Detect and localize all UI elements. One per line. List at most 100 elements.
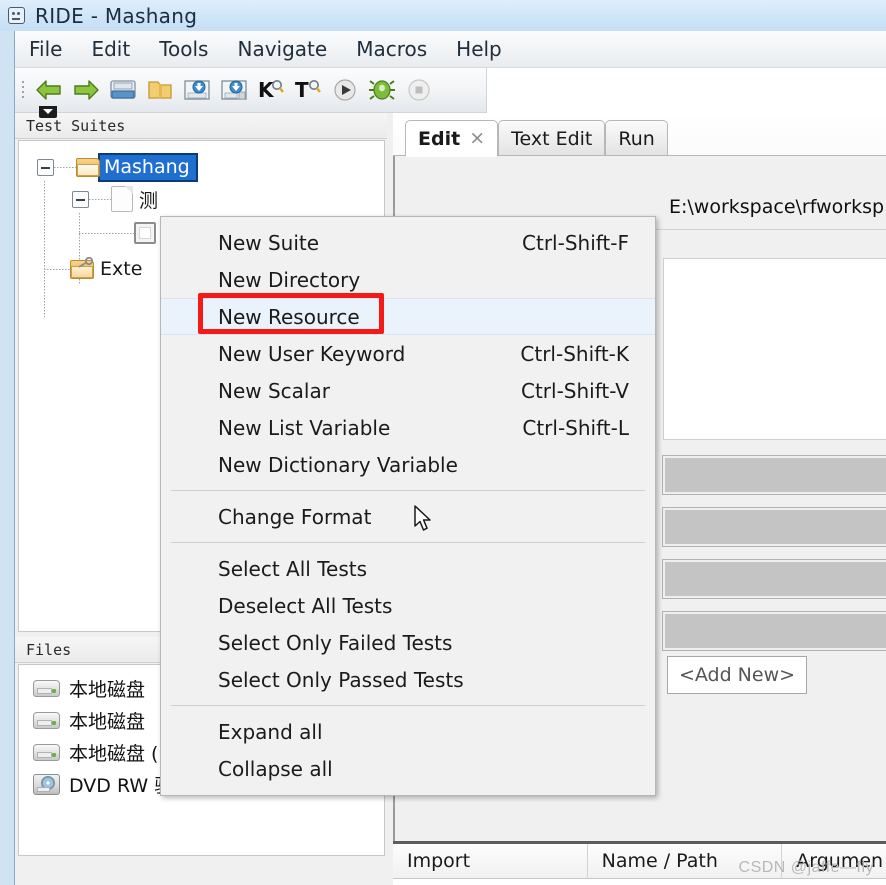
context-menu[interactable]: New Suite Ctrl-Shift-F New Directory New…: [160, 216, 656, 796]
tree-connector: [54, 166, 76, 168]
column-header-import[interactable]: Import: [393, 843, 588, 879]
menu-item-label: Select All Tests: [218, 556, 368, 581]
open-folder-icon[interactable]: [106, 73, 140, 107]
menu-item-accelerator: Ctrl-Shift-K: [520, 341, 629, 366]
hard-drive-icon: [33, 711, 60, 729]
menu-separator: [171, 705, 645, 706]
menu-tools[interactable]: Tools: [153, 35, 214, 63]
svg-text:K: K: [258, 78, 275, 102]
menu-item-label: Deselect All Tests: [218, 593, 393, 618]
menu-item-select-only-failed-tests[interactable]: Select Only Failed Tests: [161, 624, 655, 661]
tree-node-label: Mashang: [98, 152, 198, 182]
menu-item-select-all-tests[interactable]: Select All Tests: [161, 550, 655, 587]
tab-label: Edit: [418, 127, 461, 150]
tab-text-edit[interactable]: Text Edit: [498, 120, 606, 156]
tab-edit[interactable]: Edit ×: [405, 120, 499, 157]
documentation-field[interactable]: [663, 258, 886, 440]
window-client-area: File Edit Tools Navigate Macros Help K T…: [14, 31, 886, 885]
dvd-drive-icon: [33, 773, 60, 795]
document-icon: [111, 186, 133, 212]
tree-node-label: Exte: [100, 258, 143, 280]
menu-item-new-scalar[interactable]: New Scalar Ctrl-Shift-V: [161, 372, 655, 409]
drive-item[interactable]: 本地磁盘: [33, 705, 145, 735]
menu-item-label: New Resource: [218, 304, 360, 329]
menu-item-new-list-variable[interactable]: New List Variable Ctrl-Shift-L: [161, 409, 655, 446]
save-all-icon[interactable]: [217, 73, 251, 107]
hard-drive-icon: [33, 679, 60, 697]
stop-icon[interactable]: [402, 73, 436, 107]
folder-icon: [76, 157, 100, 177]
search-keyword-icon[interactable]: K: [254, 73, 288, 107]
setting-field-row[interactable]: [662, 611, 886, 651]
run-icon[interactable]: [328, 73, 362, 107]
menu-item-label: New Directory: [218, 267, 361, 292]
expander-collapse-icon[interactable]: [72, 190, 89, 208]
menu-item-label: Expand all: [218, 719, 323, 744]
tree-node-external-resources[interactable]: Exte: [44, 253, 142, 285]
menu-item-deselect-all-tests[interactable]: Deselect All Tests: [161, 587, 655, 624]
svg-text:T: T: [295, 78, 309, 102]
watermark-text: CSDN @jaffe—fly: [738, 859, 874, 876]
menu-item-accelerator: Ctrl-Shift-V: [521, 378, 629, 403]
search-test-icon[interactable]: T: [291, 73, 325, 107]
forward-arrow-icon[interactable]: [69, 73, 103, 107]
tab-run[interactable]: Run: [605, 120, 668, 156]
menu-item-label: New User Keyword: [218, 341, 406, 366]
menu-item-accelerator: Ctrl-Shift-F: [522, 230, 629, 255]
save-icon[interactable]: [180, 73, 214, 107]
menu-separator: [171, 542, 645, 543]
setting-field-row[interactable]: [662, 455, 886, 495]
tree-connector: [79, 232, 134, 234]
menu-separator: [171, 490, 645, 491]
toolbar-drag-grip[interactable]: [19, 73, 29, 107]
menu-edit[interactable]: Edit: [85, 35, 136, 63]
menu-help[interactable]: Help: [450, 35, 508, 63]
toolbar: K T: [15, 68, 487, 118]
menu-item-new-directory[interactable]: New Directory: [161, 261, 655, 298]
menu-file[interactable]: File: [23, 35, 68, 63]
drive-item[interactable]: 本地磁盘: [33, 673, 145, 703]
window-title: RIDE - Mashang: [35, 3, 198, 28]
tree-connector: [44, 268, 70, 270]
tree-connector: [89, 198, 111, 200]
menu-navigate[interactable]: Navigate: [231, 35, 333, 63]
menu-item-change-format[interactable]: Change Format: [161, 498, 655, 535]
checkbox-square-icon[interactable]: [134, 222, 156, 244]
menu-item-label: Collapse all: [218, 756, 333, 781]
test-suites-header: Test Suites: [15, 113, 387, 139]
tree-node-mashang[interactable]: Mashang: [37, 151, 198, 183]
menu-macros[interactable]: Macros: [350, 35, 433, 63]
close-icon[interactable]: ×: [469, 129, 485, 148]
tab-label: Text Edit: [511, 127, 593, 150]
menu-item-new-user-keyword[interactable]: New User Keyword Ctrl-Shift-K: [161, 335, 655, 372]
hard-drive-icon: [33, 743, 60, 761]
back-arrow-icon[interactable]: [32, 73, 66, 107]
menu-item-label: New List Variable: [218, 415, 391, 440]
add-new-button[interactable]: <Add New>: [667, 656, 807, 694]
toolbar-empty-area: [487, 68, 886, 113]
tree-node-testcase[interactable]: 测: [72, 183, 158, 215]
expander-collapse-icon[interactable]: [37, 158, 54, 176]
debug-bug-icon[interactable]: [365, 73, 399, 107]
setting-field-row[interactable]: [662, 507, 886, 547]
new-folder-icon[interactable]: [143, 73, 177, 107]
menu-item-new-resource[interactable]: New Resource: [161, 298, 655, 335]
menu-item-accelerator: Ctrl-Shift-L: [522, 415, 629, 440]
toolbar-overflow-icon[interactable]: [39, 106, 57, 118]
drive-label: 本地磁盘: [69, 710, 146, 733]
menu-item-collapse-all[interactable]: Collapse all: [161, 750, 655, 787]
tree-node-label: 测: [139, 189, 159, 212]
menu-item-label: New Dictionary Variable: [218, 452, 458, 477]
source-path-value: E:\workspace\rfworksp: [669, 196, 885, 218]
menu-item-select-only-passed-tests[interactable]: Select Only Passed Tests: [161, 661, 655, 698]
menu-item-new-suite[interactable]: New Suite Ctrl-Shift-F: [161, 224, 655, 261]
tree-node-child[interactable]: [79, 217, 162, 249]
setting-field-row[interactable]: [662, 559, 886, 599]
title-bar: RIDE - Mashang: [0, 0, 886, 31]
menu-item-new-dictionary-variable[interactable]: New Dictionary Variable: [161, 446, 655, 483]
menu-item-expand-all[interactable]: Expand all: [161, 713, 655, 750]
menu-bar: File Edit Tools Navigate Macros Help: [15, 31, 886, 68]
menu-item-label: Change Format: [218, 504, 372, 529]
application-window: RIDE - Mashang File Edit Tools Navigate …: [0, 0, 886, 885]
menu-item-label: New Scalar: [218, 378, 330, 403]
